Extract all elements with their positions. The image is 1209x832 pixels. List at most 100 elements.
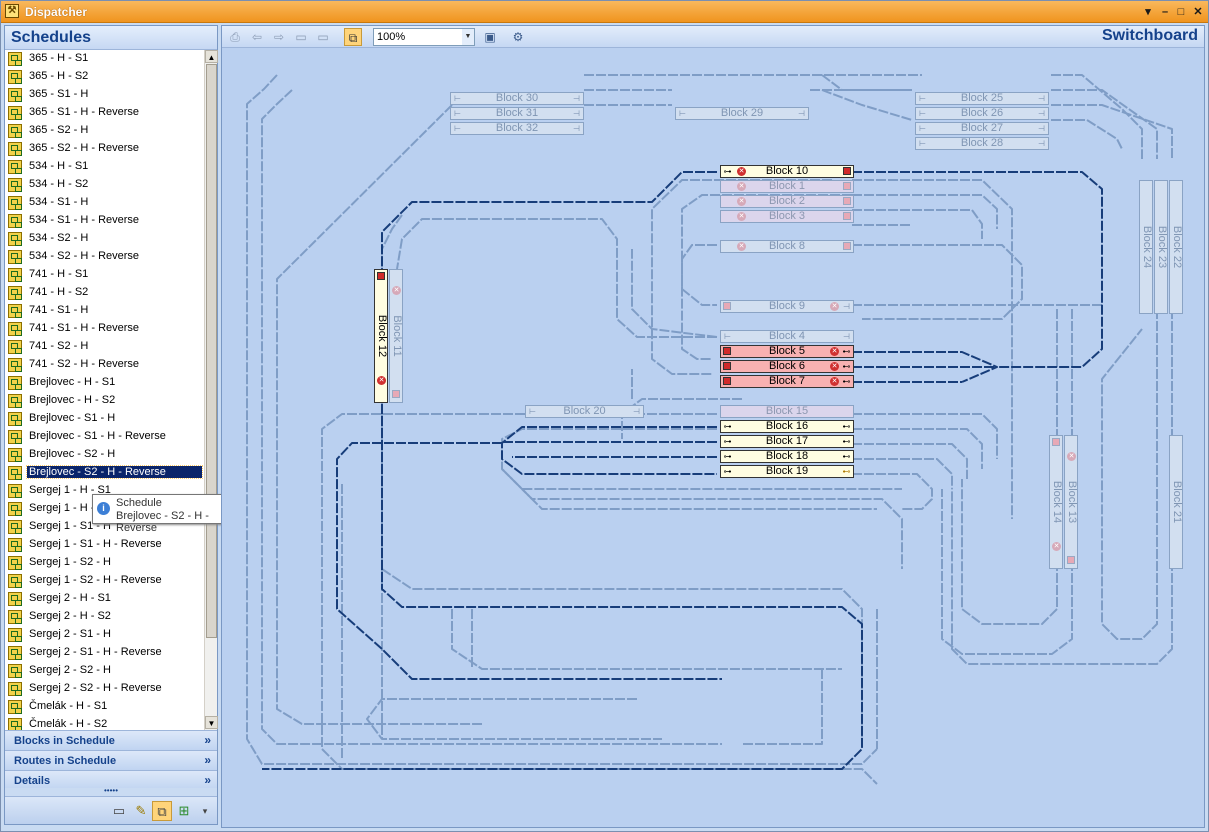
schedule-item[interactable]: Sergej 1 - S2 - H — [6, 554, 202, 572]
block-30[interactable]: ⊢ Block 30 ⊣ — [450, 92, 584, 105]
block-21[interactable]: Block 21 — [1169, 435, 1183, 569]
schedule-icon[interactable]: ⧉ — [152, 801, 172, 821]
menu-chevron-icon[interactable]: ▾ — [1140, 4, 1156, 20]
block-29[interactable]: ⊢ Block 29 ⊣ — [675, 107, 809, 120]
schedule-item[interactable]: Sergej 1 - S2 - H - Reverse — [6, 572, 202, 590]
splitter-grip[interactable]: ••••• — [5, 787, 217, 796]
block-31[interactable]: ⊢ Block 31 ⊣ — [450, 107, 584, 120]
accordion-routes-in-schedule[interactable]: Routes in Schedule » — [5, 750, 217, 770]
schedule-item[interactable]: Sergej 2 - S2 - H - Reverse — [6, 680, 202, 698]
block-19[interactable]: ⊶ Block 19 ⊷ — [720, 465, 854, 478]
chevron-down-icon[interactable]: ▼ — [462, 29, 474, 45]
close-circle-icon[interactable]: ✕ — [1067, 452, 1076, 461]
block-26[interactable]: ⊢ Block 26 ⊣ — [915, 107, 1049, 120]
switchboard-canvas[interactable]: ⊢ Block 30 ⊣ ⊢ Block 31 ⊣ ⊢ Block 32 ⊣ ⊢ Block … — [222, 49, 1204, 827]
schedule-item[interactable]: Sergej 2 - S2 - H — [6, 662, 202, 680]
block-18[interactable]: ⊶ Block 18 ⊷ — [720, 450, 854, 463]
block-16[interactable]: ⊶ Block 16 ⊷ — [720, 420, 854, 433]
signal-icon[interactable] — [843, 182, 851, 190]
close-button[interactable]: ✕ — [1190, 4, 1206, 20]
block-10[interactable]: ⊶ ✕ Block 10 — [720, 165, 854, 178]
schedule-item[interactable]: Brejlovec - S1 - H - Reverse — [6, 428, 202, 446]
schedule-item[interactable]: Sergej 2 - S1 - H — [6, 626, 202, 644]
block-1[interactable]: ✕ Block 1 — [720, 180, 854, 193]
schedule-item[interactable]: 365 - S1 - H — [6, 86, 202, 104]
close-circle-icon[interactable]: ✕ — [377, 376, 386, 385]
fit-page-icon[interactable]: ▣ — [481, 28, 499, 46]
close-circle-icon[interactable]: ✕ — [830, 377, 839, 386]
block-24[interactable]: Block 24 — [1139, 180, 1153, 314]
schedule-item[interactable]: 534 - S2 - H — [6, 230, 202, 248]
schedule-item[interactable]: 741 - S2 - H — [6, 338, 202, 356]
layout-icon[interactable]: ⧉ — [344, 28, 362, 46]
block-23[interactable]: Block 23 — [1154, 180, 1168, 314]
block-9[interactable]: Block 9 ✕ ⊣ — [720, 300, 854, 313]
schedule-item[interactable]: Čmelák - H - S2 — [6, 716, 202, 730]
maximize-button[interactable]: □ — [1173, 4, 1189, 20]
block-8[interactable]: ✕ Block 8 — [720, 240, 854, 253]
scroll-thumb[interactable] — [206, 64, 217, 638]
schedule-item[interactable]: 534 - S1 - H - Reverse — [6, 212, 202, 230]
schedule-item[interactable]: Brejlovec - H - S2 — [6, 392, 202, 410]
close-circle-icon[interactable]: ✕ — [830, 347, 839, 356]
block-11[interactable]: ✕ Block 11 — [389, 269, 403, 403]
schedule-item[interactable]: 534 - H - S2 — [6, 176, 202, 194]
print-icon[interactable]: ⎙ — [226, 28, 244, 46]
signal-red-icon[interactable] — [377, 272, 385, 280]
schedule-item[interactable]: Brejlovec - S1 - H — [6, 410, 202, 428]
schedule-item[interactable]: 741 - S2 - H - Reverse — [6, 356, 202, 374]
schedule-item[interactable]: 365 - S2 - H — [6, 122, 202, 140]
settings-icon[interactable]: ⚙ — [509, 28, 527, 46]
block-20[interactable]: ⊢ Block 20 ⊣ — [525, 405, 644, 418]
schedule-item[interactable]: 534 - S1 - H — [6, 194, 202, 212]
close-circle-icon[interactable]: ✕ — [1052, 542, 1061, 551]
block-27[interactable]: ⊢ Block 27 ⊣ — [915, 122, 1049, 135]
schedule-item[interactable]: 741 - S1 - H — [6, 302, 202, 320]
schedule-item[interactable]: Brejlovec - S2 - H - Reverse — [6, 464, 203, 482]
more-dropdown-icon[interactable]: ▾ — [195, 801, 215, 821]
block-6[interactable]: Block 6 ✕ ⊷ — [720, 360, 854, 373]
schedule-item[interactable]: Sergej 2 - H - S1 — [6, 590, 202, 608]
signal-icon[interactable] — [843, 197, 851, 205]
block-2[interactable]: ✕ Block 2 — [720, 195, 854, 208]
minimize-button[interactable]: – — [1157, 4, 1173, 20]
signal-icon[interactable] — [843, 212, 851, 220]
schedule-item[interactable]: 534 - S2 - H - Reverse — [6, 248, 202, 266]
signal-icon[interactable] — [392, 390, 400, 398]
close-circle-icon[interactable]: ✕ — [830, 302, 839, 311]
block-12[interactable]: Block 12 ✕ — [374, 269, 388, 403]
schedule-item[interactable]: 365 - S2 - H - Reverse — [6, 140, 202, 158]
pencil-icon[interactable]: ✎ — [131, 801, 151, 821]
block-5[interactable]: Block 5 ✕ ⊷ — [720, 345, 854, 358]
schedule-item[interactable]: 741 - H - S1 — [6, 266, 202, 284]
add-schedule-icon[interactable]: ⊞ — [174, 801, 194, 821]
block-32[interactable]: ⊢ Block 32 ⊣ — [450, 122, 584, 135]
schedule-item[interactable]: Čmelák - H - S1 — [6, 698, 202, 716]
schedule-item[interactable]: 365 - S1 - H - Reverse — [6, 104, 202, 122]
scroll-down-button[interactable]: ▼ — [205, 716, 218, 729]
back-arrow-icon[interactable]: ⇦ — [248, 28, 266, 46]
schedule-item[interactable]: Brejlovec - H - S1 — [6, 374, 202, 392]
schedule-item[interactable]: Sergej 1 - S1 - H - Reverse — [6, 536, 202, 554]
schedule-item[interactable]: Brejlovec - S2 - H — [6, 446, 202, 464]
zoom-select[interactable]: 100% ▼ — [373, 28, 475, 46]
schedule-item[interactable]: Sergej 2 - H - S2 — [6, 608, 202, 626]
block-14[interactable]: Block 14 ✕ — [1049, 435, 1063, 569]
block-13[interactable]: ✕ Block 13 — [1064, 435, 1078, 569]
signal-icon[interactable] — [1067, 556, 1075, 564]
accordion-blocks-in-schedule[interactable]: Blocks in Schedule » — [5, 730, 217, 750]
schedule-item[interactable]: 741 - S1 - H - Reverse — [6, 320, 202, 338]
schedule-item[interactable]: 741 - H - S2 — [6, 284, 202, 302]
schedule-item[interactable]: 365 - H - S1 — [6, 50, 202, 68]
block-7[interactable]: Block 7 ✕ ⊷ — [720, 375, 854, 388]
close-circle-icon[interactable]: ✕ — [392, 286, 401, 295]
schedule-list-scrollbar[interactable]: ▲ ▼ — [204, 50, 218, 730]
schedule-list[interactable]: 365 - H - S1 365 - H - S2 365 - S1 - H 365 … — [5, 50, 203, 730]
signal-icon[interactable] — [843, 242, 851, 250]
block-4[interactable]: ⊢ Block 4 ⊣ — [720, 330, 854, 343]
block-25[interactable]: ⊢ Block 25 ⊣ — [915, 92, 1049, 105]
panel-left-icon[interactable]: ▭ — [292, 28, 310, 46]
scroll-up-button[interactable]: ▲ — [205, 50, 218, 63]
block-15[interactable]: Block 15 — [720, 405, 854, 418]
schedule-item[interactable]: 534 - H - S1 — [6, 158, 202, 176]
